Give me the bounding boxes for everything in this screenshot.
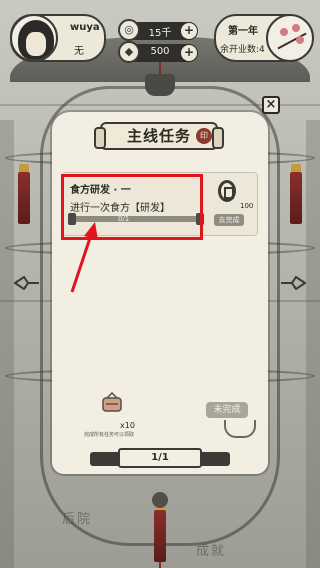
lantern-cap	[145, 74, 175, 96]
red-tassel-left	[18, 164, 30, 224]
gem-value: 500	[150, 46, 170, 57]
copper-coin-icon	[218, 180, 236, 202]
page-indicator: 1/1	[118, 448, 202, 468]
go-complete-button[interactable]: 去完成	[214, 214, 244, 226]
coin-value: 15千	[148, 28, 172, 39]
completion-reward-hint: 完成所有任务可以领取	[84, 432, 135, 438]
ornament-right-icon	[281, 276, 306, 290]
player-name: wuya	[70, 22, 100, 33]
avatar[interactable]	[10, 14, 58, 62]
panel-title: 主线任务	[126, 127, 191, 145]
player-title: 无	[74, 46, 84, 57]
gem-counter: ◆ 500 +	[118, 41, 198, 63]
year-label: 第一年	[228, 26, 258, 37]
backyard-label: 后院	[62, 512, 93, 527]
year-card[interactable]: 第一年 余开业数:4	[214, 14, 314, 62]
achievements-label: 成就	[196, 544, 227, 559]
coin-counter: ◎ 15千 +	[118, 19, 198, 41]
player-card[interactable]: wuya 无	[10, 14, 106, 62]
copper-coin-icon: ◎	[118, 19, 140, 41]
shops-open-count: 余开业数:4	[220, 45, 265, 55]
claim-reward-button[interactable]: 未完成	[206, 402, 248, 418]
completion-reward-qty: x10	[120, 421, 135, 430]
scroll-bundle-icon	[102, 392, 122, 412]
red-tassel-right	[290, 164, 302, 224]
add-coins-button[interactable]: +	[181, 23, 197, 39]
seal-icon: 印	[196, 128, 212, 144]
annotation-highlight-box	[61, 174, 203, 240]
add-gems-button[interactable]: +	[181, 45, 197, 61]
jade-icon: ◆	[118, 41, 140, 63]
close-button[interactable]: ×	[262, 96, 280, 114]
close-icon: ×	[265, 97, 277, 112]
season-emblem[interactable]	[266, 14, 314, 62]
red-tassel-bottom	[154, 502, 166, 562]
teacup-decoration	[224, 420, 256, 438]
right-pillar	[306, 120, 320, 568]
task-reward-qty: 100	[240, 202, 254, 210]
ornament-left-icon	[14, 276, 39, 290]
lantern-knob	[152, 492, 168, 508]
left-pillar	[0, 120, 14, 568]
